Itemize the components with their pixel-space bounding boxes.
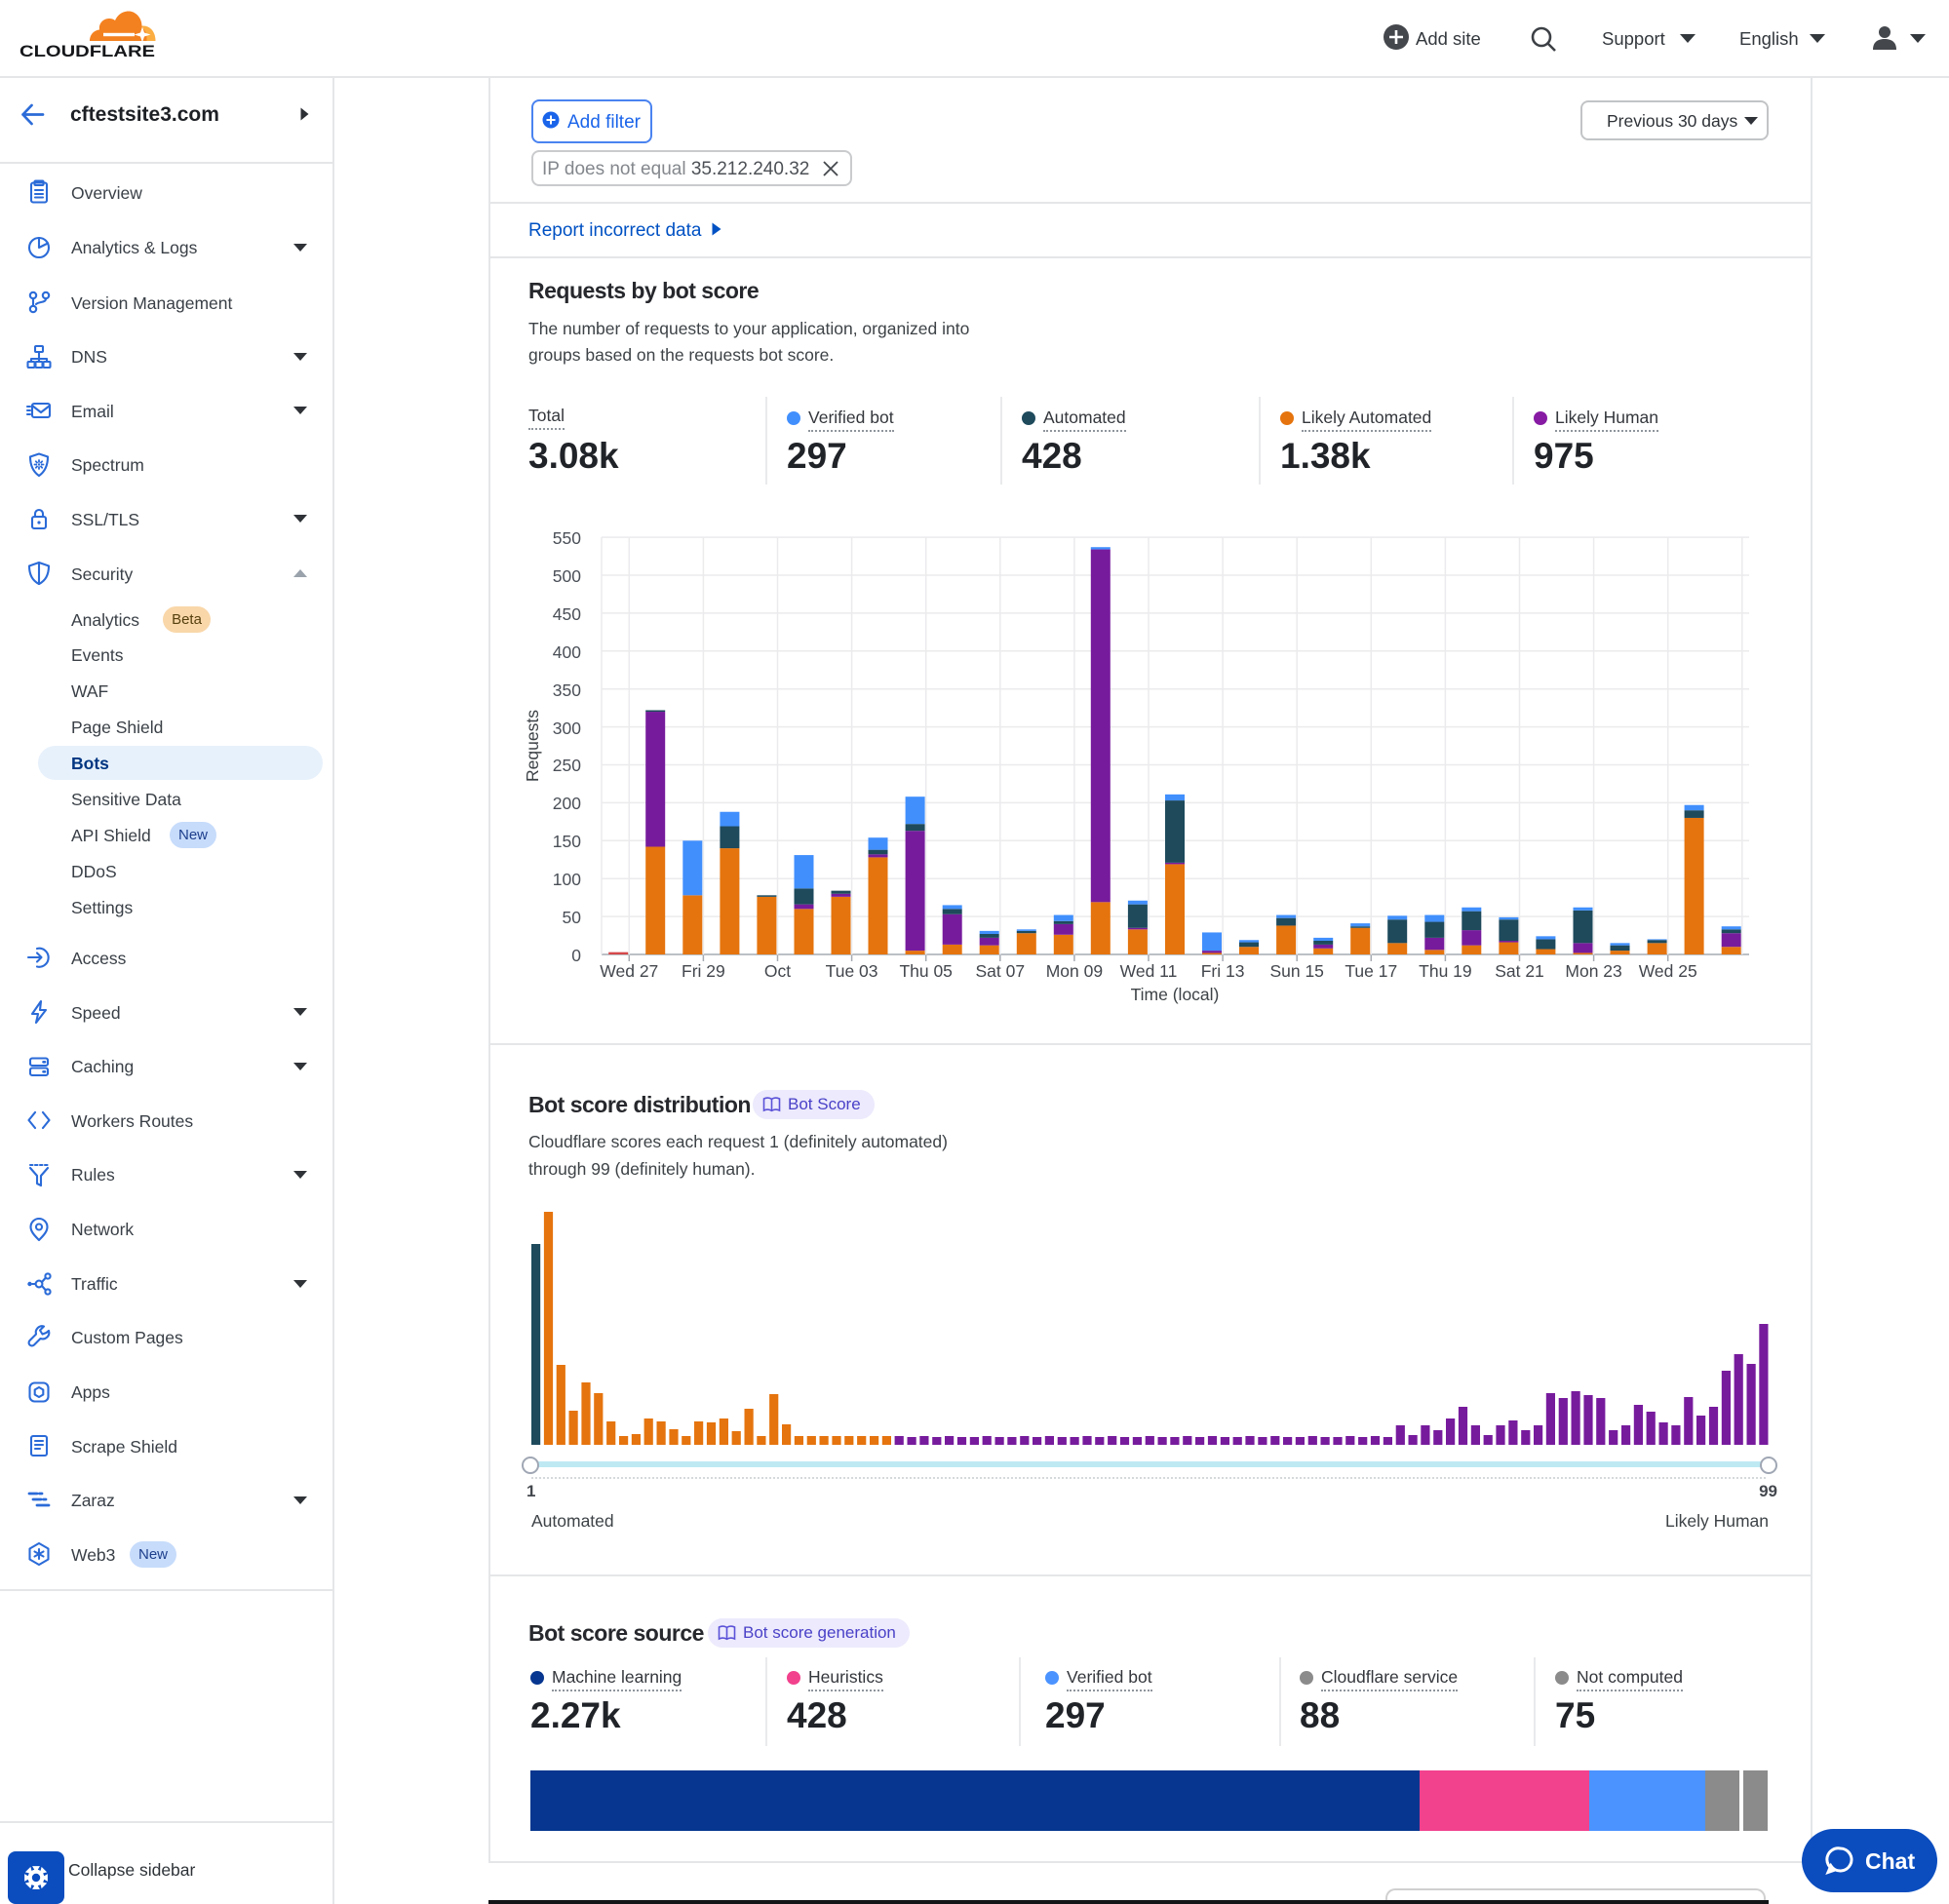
svg-text:Requests: Requests [523,710,542,782]
